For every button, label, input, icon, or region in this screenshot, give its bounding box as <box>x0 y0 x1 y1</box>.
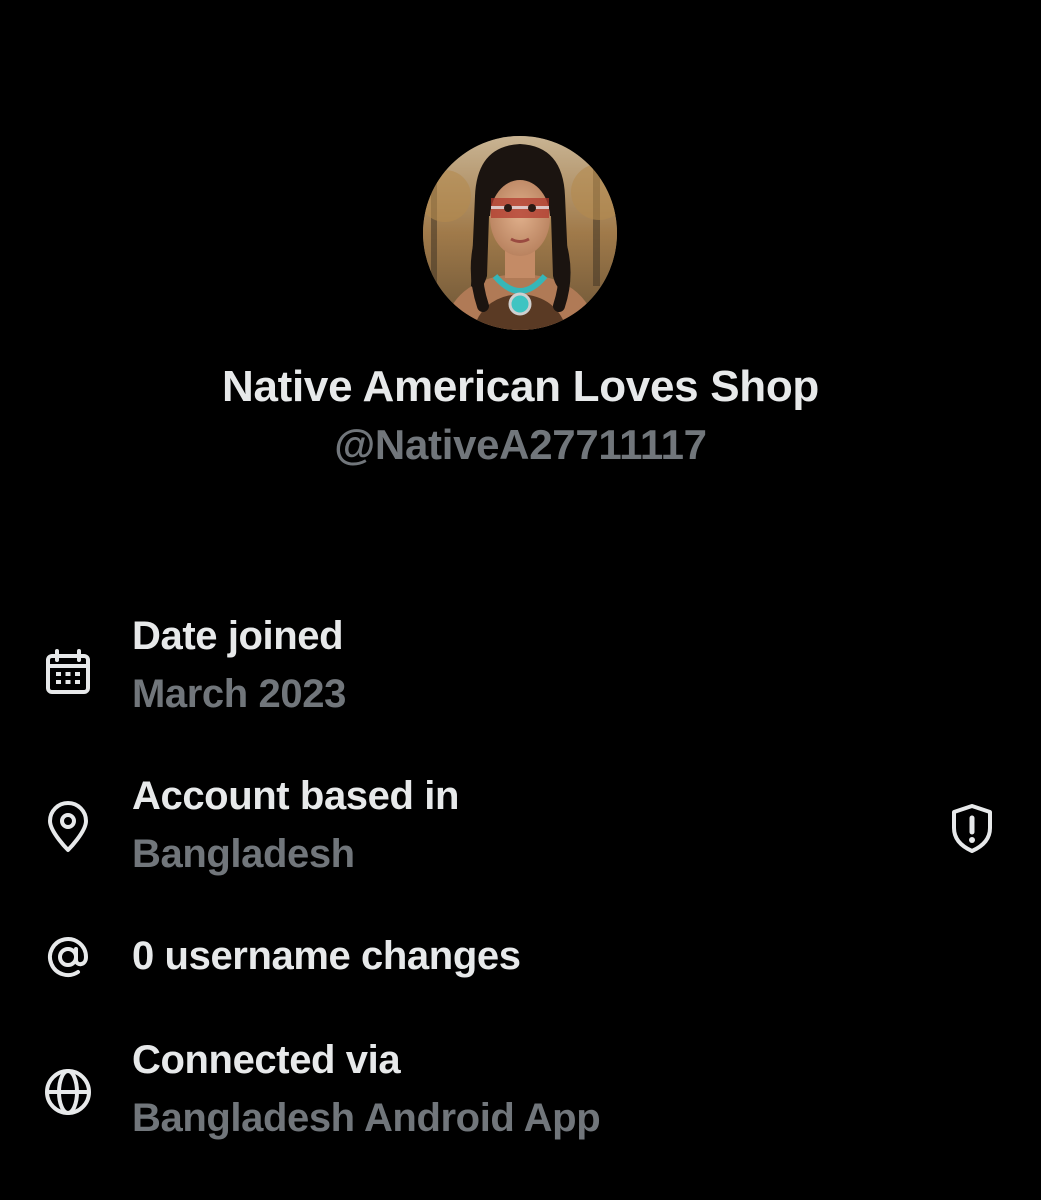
at-sign-icon <box>40 929 96 985</box>
globe-icon <box>40 1064 96 1120</box>
account-based-value: Bangladesh <box>132 832 355 876</box>
location-pin-icon <box>40 800 96 856</box>
date-joined-label: Date joined <box>132 614 344 658</box>
calendar-icon <box>40 646 96 702</box>
profile-display-name: Native American Loves Shop <box>222 362 819 411</box>
account-based-label: Account based in <box>132 774 459 818</box>
profile-avatar[interactable] <box>423 136 617 330</box>
username-changes-label: 0 username changes <box>132 934 521 978</box>
date-joined-value: March 2023 <box>132 672 346 716</box>
avatar-image <box>423 136 617 330</box>
connected-via-label: Connected via <box>132 1038 401 1082</box>
profile-handle: @NativeA27711117 <box>334 421 707 468</box>
connected-via-value: Bangladesh Android App <box>132 1096 601 1140</box>
shield-alert-icon[interactable] <box>946 800 998 856</box>
